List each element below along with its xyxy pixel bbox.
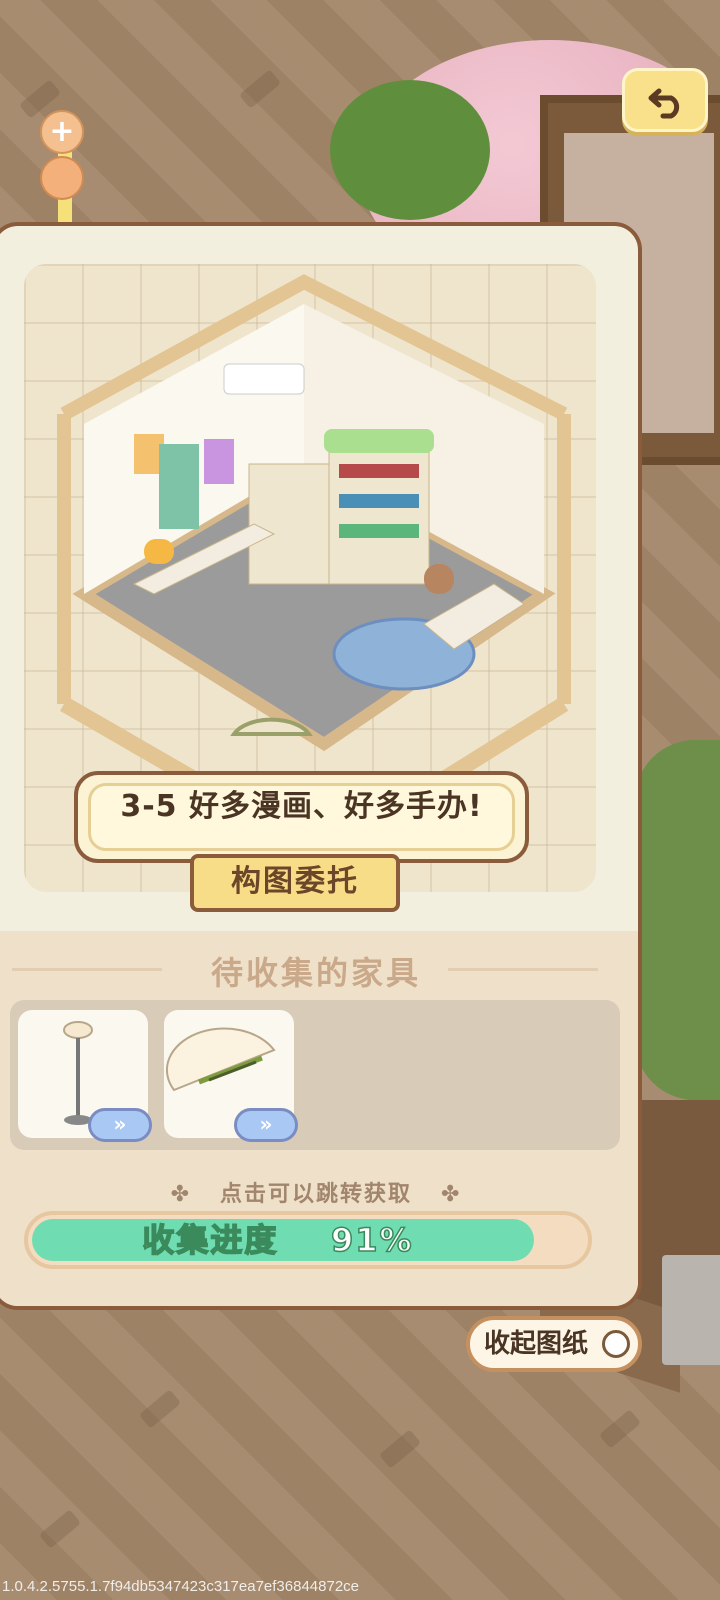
- jump-hint-text: 点击可以跳转获取: [219, 1182, 412, 1207]
- furniture-slot-row: » »: [10, 1000, 620, 1150]
- progress-label: 收集进度: [142, 1220, 279, 1260]
- green-bush: [330, 80, 490, 220]
- undo-arrow-icon: [648, 88, 680, 119]
- zoom-in-button[interactable]: +: [40, 110, 84, 154]
- level-title: 3-5 好多漫画、好多手办!: [120, 789, 483, 824]
- progress-value: 91%: [330, 1220, 414, 1260]
- collection-progress-bar: 收集进度 91%: [24, 1211, 592, 1269]
- zoom-slider-knob[interactable]: [40, 156, 84, 200]
- blueprint-panel: 3-5 好多漫画、好多手办! 构图委托 待收集的家具 » » ✤ 点击可以跳转获…: [0, 222, 642, 1310]
- go-to-source-button[interactable]: »: [88, 1108, 152, 1142]
- clover-icon: ✤: [440, 1182, 462, 1207]
- furniture-slot[interactable]: »: [164, 1010, 298, 1142]
- collapse-icon: [602, 1330, 630, 1358]
- version-string: 1.0.4.2.5755.1.7f94db5347423c317ea7ef368…: [2, 1578, 360, 1595]
- furniture-slot[interactable]: »: [18, 1010, 152, 1142]
- green-vines: [635, 740, 720, 1100]
- collapse-label: 收起图纸: [484, 1329, 589, 1359]
- jump-hint: ✤ 点击可以跳转获取 ✤: [0, 1176, 638, 1208]
- section-title: 待收集的家具: [210, 954, 421, 992]
- level-title-plate: 3-5 好多漫画、好多手办!: [74, 771, 529, 863]
- back-button[interactable]: [622, 68, 708, 132]
- clover-icon: ✤: [170, 1182, 191, 1207]
- go-to-source-button[interactable]: »: [234, 1108, 298, 1142]
- collapse-blueprint-button[interactable]: 收起图纸: [466, 1316, 642, 1372]
- progress-text: 收集进度 91%: [28, 1215, 528, 1265]
- commission-ribbon: 构图委托: [190, 854, 400, 912]
- stone-pot: [662, 1255, 720, 1365]
